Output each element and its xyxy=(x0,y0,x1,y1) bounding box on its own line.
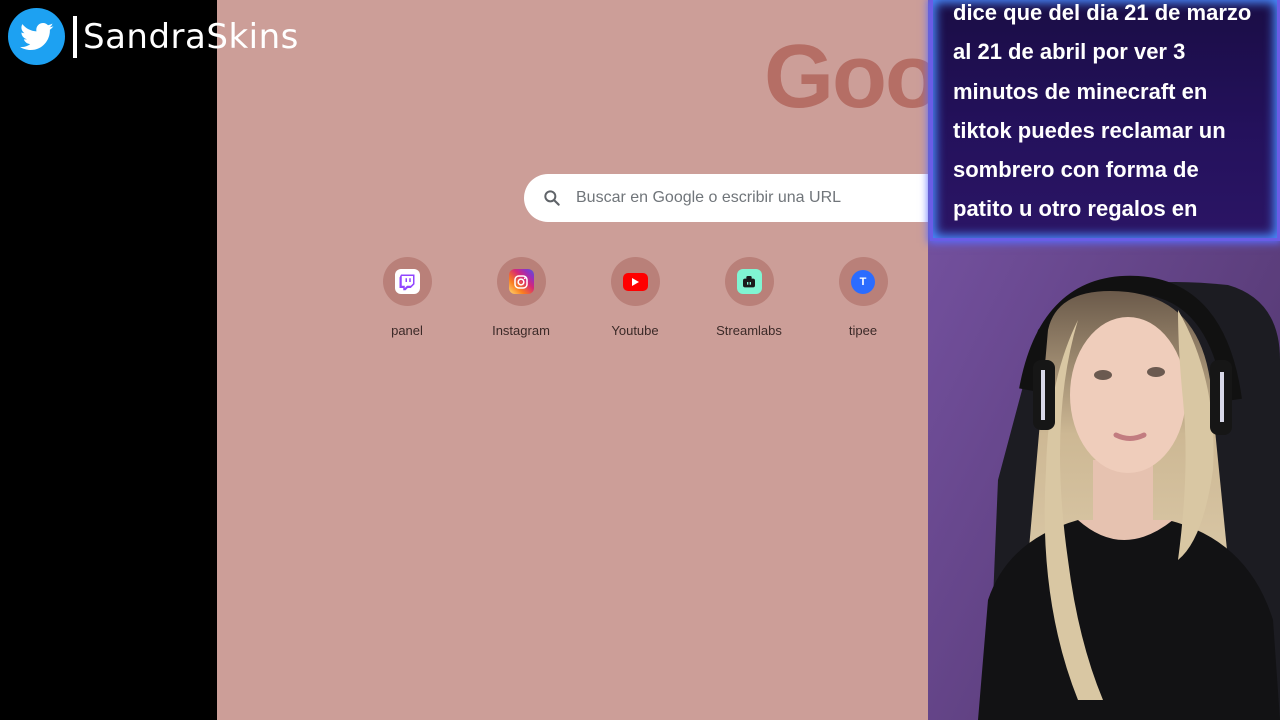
tipee-letter: T xyxy=(859,275,867,288)
search-icon xyxy=(544,190,560,206)
shortcuts-grid: panel Instagram Youtube Streamlabs T tip… xyxy=(350,257,920,338)
search-box[interactable] xyxy=(524,174,928,222)
twitter-separator xyxy=(73,15,77,58)
twitter-handle-banner: SandraSkins xyxy=(8,8,299,65)
shortcut-label: panel xyxy=(391,323,423,338)
shortcut-panel[interactable]: panel xyxy=(350,257,464,338)
overlay-message-text: dice que del dia 21 de marzo al 21 de ab… xyxy=(953,0,1252,222)
shortcut-icon-container: T xyxy=(838,257,888,306)
shortcut-label: Instagram xyxy=(492,323,550,338)
twitter-handle-text: SandraSkins xyxy=(83,16,299,57)
shortcut-instagram[interactable]: Instagram xyxy=(464,257,578,338)
tipee-icon: T xyxy=(851,269,875,294)
instagram-icon xyxy=(508,269,534,294)
search-input[interactable] xyxy=(576,189,916,207)
twitch-icon xyxy=(394,269,420,294)
streamlabs-icon xyxy=(736,269,762,294)
shortcut-icon-container xyxy=(382,257,432,306)
shortcut-icon-container xyxy=(610,257,660,306)
shortcut-label: Youtube xyxy=(611,323,659,338)
google-logo: Goog xyxy=(764,27,928,127)
chat-alert-overlay: dice que del dia 21 de marzo al 21 de ab… xyxy=(930,0,1280,241)
left-black-panel xyxy=(0,0,217,720)
shortcut-label: Streamlabs xyxy=(716,323,782,338)
youtube-icon xyxy=(622,272,648,291)
shortcut-icon-container xyxy=(724,257,774,306)
shortcut-icon-container xyxy=(496,257,546,306)
shortcut-streamlabs[interactable]: Streamlabs xyxy=(692,257,806,338)
shortcut-youtube[interactable]: Youtube xyxy=(578,257,692,338)
browser-new-tab-page: Goog panel xyxy=(217,0,928,720)
shortcut-label: tipee xyxy=(848,323,878,338)
shortcut-tipee[interactable]: T tipee xyxy=(806,257,920,338)
twitter-icon xyxy=(8,8,65,65)
